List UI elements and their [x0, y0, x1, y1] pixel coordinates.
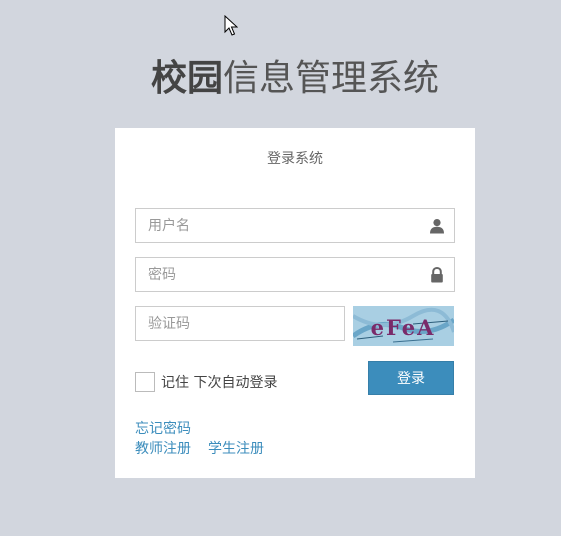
username-input[interactable]	[136, 209, 454, 242]
lock-icon	[431, 267, 443, 283]
page-title-bold: 校园	[150, 58, 223, 99]
password-field	[135, 257, 455, 292]
login-card-heading: 登录系统	[267, 151, 323, 167]
login-button[interactable]: 登录	[368, 361, 454, 395]
password-input[interactable]	[136, 258, 454, 291]
forgot-password-link[interactable]: 忘记密码	[135, 418, 191, 438]
username-field	[135, 208, 455, 243]
student-register-link[interactable]: 学生注册	[208, 438, 264, 458]
remember-label: 记住 下次自动登录	[161, 375, 278, 391]
login-card: 登录系统 eFeA 记住 下次自动登录 登录 忘记密码 教师注册 学生注册	[115, 128, 475, 478]
captcha-input[interactable]	[136, 307, 344, 340]
page-title: 校园信息管理系统	[0, 54, 561, 104]
mouse-cursor-icon	[224, 15, 238, 36]
captcha-text: eFeA	[371, 315, 436, 340]
captcha-field	[135, 306, 345, 341]
remember-me[interactable]: 记住 下次自动登录	[135, 370, 277, 394]
captcha-image[interactable]: eFeA	[353, 306, 454, 346]
user-icon	[430, 219, 444, 234]
page-title-light: 信息管理系统	[223, 58, 440, 99]
remember-checkbox[interactable]	[135, 372, 155, 392]
teacher-register-link[interactable]: 教师注册	[135, 438, 191, 458]
